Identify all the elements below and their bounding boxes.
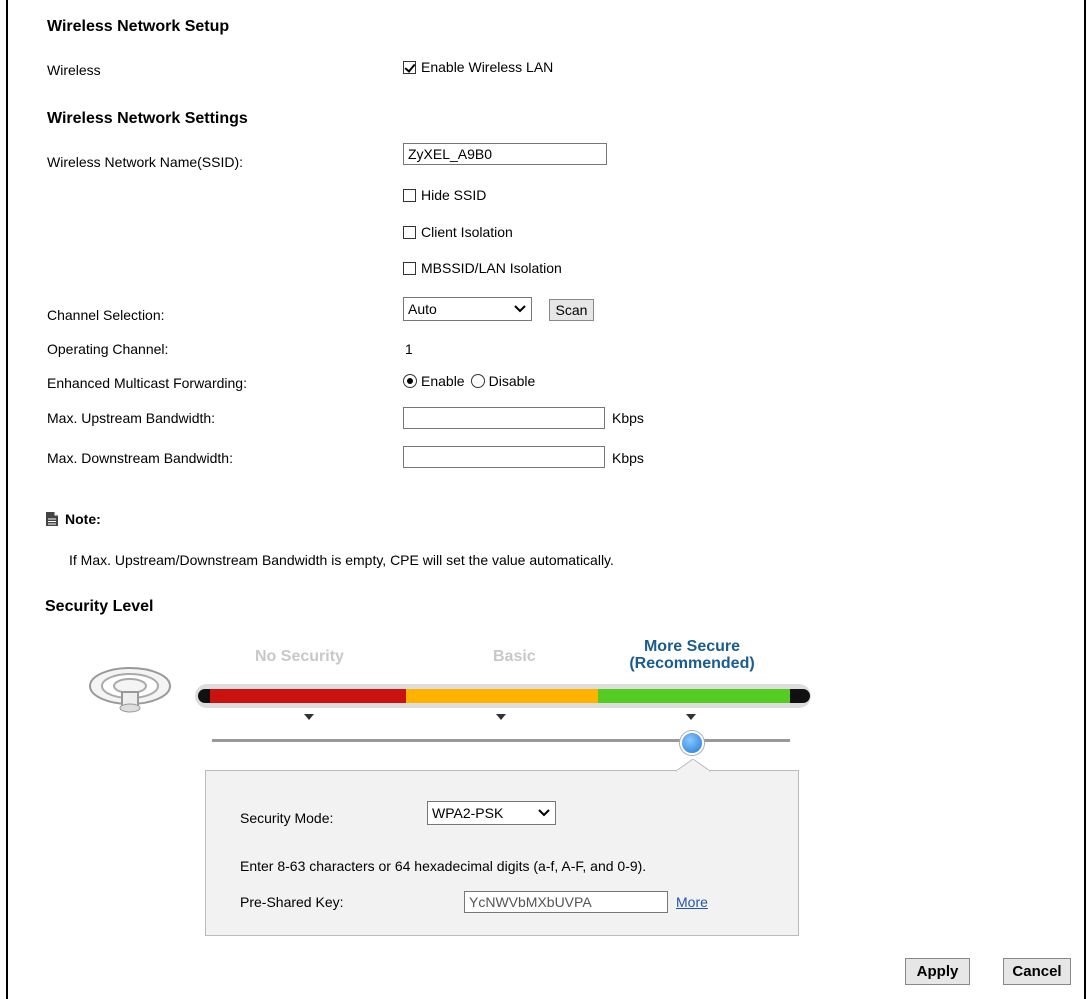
upstream-input[interactable] [403, 407, 605, 429]
emf-enable-label: Enable [421, 373, 465, 389]
security-mode-value: WPA2-PSK [432, 805, 504, 821]
security-bar-orange [406, 689, 598, 703]
downstream-input[interactable] [403, 446, 605, 468]
channel-value: Auto [408, 301, 437, 317]
client-isolation-label: Client Isolation [421, 224, 513, 240]
emf-enable-radio[interactable] [403, 374, 417, 388]
psk-input[interactable] [464, 891, 668, 913]
note-text: If Max. Upstream/Downstream Bandwidth is… [69, 552, 614, 568]
marker-basic [496, 714, 506, 720]
panel-pointer [676, 759, 710, 772]
emf-disable-radio[interactable] [470, 374, 485, 388]
upstream-unit: Kbps [612, 410, 644, 426]
mbssid-checkbox[interactable] [403, 261, 416, 275]
note-title: Note: [65, 511, 101, 527]
section-title-settings: Wireless Network Settings [47, 110, 248, 127]
hide-ssid-checkbox[interactable] [403, 188, 416, 202]
client-isolation-checkbox[interactable] [403, 225, 416, 239]
downstream-label: Max. Downstream Bandwidth: [47, 450, 233, 466]
level-more-secure-label: More Secure [643, 638, 741, 655]
mbssid-row: MBSSID/LAN Isolation [403, 260, 562, 276]
section-title-security: Security Level [45, 598, 154, 615]
hide-ssid-label: Hide SSID [421, 187, 487, 203]
apply-button[interactable]: Apply [905, 958, 970, 985]
level-basic[interactable]: Basic [493, 648, 536, 666]
security-mode-select[interactable]: WPA2-PSK [427, 801, 556, 825]
operating-channel-label: Operating Channel: [47, 341, 169, 357]
downstream-unit: Kbps [612, 450, 644, 466]
upstream-label: Max. Upstream Bandwidth: [47, 410, 216, 426]
channel-label: Channel Selection: [47, 307, 165, 323]
emf-label: Enhanced Multicast Forwarding: [47, 375, 247, 391]
level-recommended-label: (Recommended) [629, 655, 755, 672]
security-bar-red [210, 689, 406, 703]
document-icon [46, 512, 58, 526]
marker-more-secure [686, 714, 696, 720]
psk-label: Pre-Shared Key: [240, 894, 344, 910]
security-bar-green [598, 689, 790, 703]
cancel-button[interactable]: Cancel [1003, 958, 1071, 985]
channel-select[interactable]: Auto [403, 297, 532, 321]
client-isolation-row: Client Isolation [403, 224, 513, 240]
security-slider-thumb[interactable] [680, 731, 704, 755]
scan-button[interactable]: Scan [549, 299, 594, 321]
more-link[interactable]: More [676, 894, 708, 910]
chevron-down-icon [514, 305, 526, 313]
level-no-security[interactable]: No Security [255, 648, 344, 666]
wifi-router-icon [89, 667, 171, 713]
psk-hint: Enter 8-63 characters or 64 hexadecimal … [240, 858, 647, 874]
mbssid-label: MBSSID/LAN Isolation [421, 260, 562, 276]
enable-wlan-row: Enable Wireless LAN [403, 59, 553, 75]
section-title-setup: Wireless Network Setup [47, 18, 230, 35]
marker-no-security [304, 714, 314, 720]
wireless-label: Wireless [47, 62, 101, 78]
enable-wlan-checkbox[interactable] [403, 60, 416, 74]
hide-ssid-row: Hide SSID [403, 187, 486, 203]
ssid-label: Wireless Network Name(SSID): [47, 154, 244, 170]
level-more-secure[interactable]: More Secure (Recommended) [602, 638, 782, 672]
operating-channel-value: 1 [405, 341, 413, 357]
note-header: Note: [45, 511, 101, 527]
chevron-down-icon [538, 809, 550, 817]
security-bar [198, 689, 810, 703]
security-mode-label: Security Mode: [240, 810, 334, 826]
enable-wlan-label: Enable Wireless LAN [421, 59, 554, 75]
emf-radio-group: Enable Disable [403, 373, 535, 389]
emf-disable-label: Disable [488, 373, 536, 389]
ssid-input[interactable] [403, 143, 607, 165]
